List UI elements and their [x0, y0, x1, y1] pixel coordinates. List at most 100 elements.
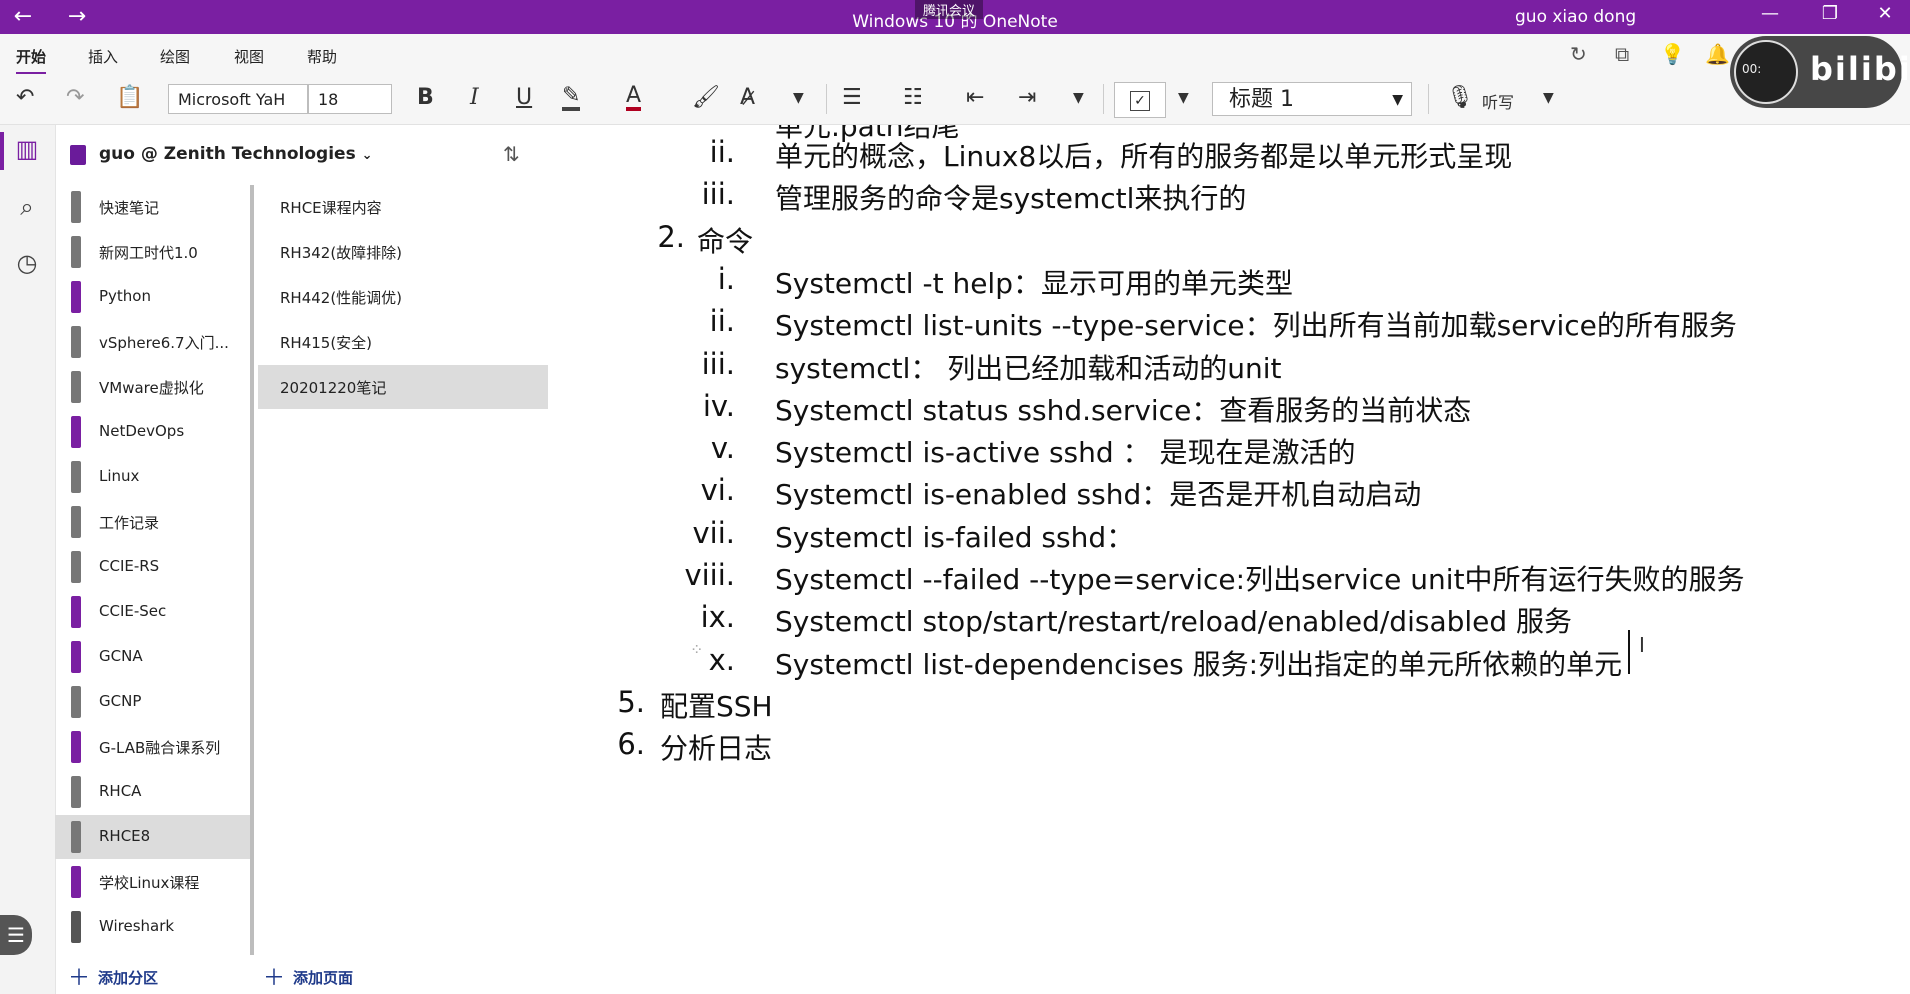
chevron-down-icon: ▼: [1392, 92, 1403, 108]
font-size-input[interactable]: 18: [308, 84, 392, 114]
format-painter-icon[interactable]: 🖌: [692, 85, 720, 110]
section-label: RHCA: [99, 782, 142, 800]
list-text: 命令: [697, 224, 754, 258]
bullet-list-icon[interactable]: ☰: [842, 85, 862, 110]
section-item[interactable]: 工作记录: [55, 500, 250, 544]
list-text: Systemctl list-dependencises 服务:列出指定的单元所…: [775, 647, 1623, 681]
clear-format-icon[interactable]: A̷: [740, 85, 755, 110]
toolbar-divider: [1428, 84, 1429, 114]
video-overlay-widget[interactable]: 00: bilibili: [1730, 36, 1910, 108]
more-format-chevron-icon[interactable]: ▼: [793, 90, 804, 106]
search-icon[interactable]: ⌕: [12, 193, 42, 221]
tag-chevron-icon[interactable]: ▼: [1178, 90, 1189, 106]
add-section-button[interactable]: ＋添加分区: [68, 960, 158, 992]
redo-icon[interactable]: ↷: [66, 85, 84, 110]
tab-insert[interactable]: 插入: [88, 46, 118, 67]
list-number: x.: [708, 642, 735, 677]
list-text: Systemctl -t help：显示可用的单元类型: [775, 266, 1293, 300]
section-item[interactable]: NetDevOps: [55, 410, 250, 454]
section-color-tab: [71, 236, 81, 268]
tab-home[interactable]: 开始: [16, 46, 47, 75]
page-label: RH442(性能调优): [280, 289, 403, 307]
checkbox-icon: ✓: [1130, 91, 1150, 111]
notification-bell-icon[interactable]: 🔔: [1705, 42, 1730, 66]
restore-button[interactable]: ❐: [1805, 3, 1855, 24]
list-text: 管理服务的命令是systemctl来执行的: [775, 182, 1247, 216]
clipboard-icon[interactable]: 📋: [116, 85, 143, 110]
section-item[interactable]: vSphere6.7入门...: [55, 320, 250, 364]
todo-tag-button[interactable]: ✓: [1114, 82, 1166, 118]
tab-view[interactable]: 视图: [234, 46, 264, 67]
minimize-button[interactable]: —: [1745, 3, 1795, 24]
list-text: Systemctl status sshd.service：查看服务的当前状态: [775, 393, 1472, 427]
list-text: Systemctl --failed --type=service:列出serv…: [775, 563, 1745, 596]
page-item[interactable]: RH342(故障排除): [258, 230, 548, 274]
lightbulb-icon[interactable]: 💡: [1660, 42, 1685, 66]
section-item[interactable]: G-LAB融合课系列: [55, 725, 250, 769]
page-item[interactable]: RH415(安全): [258, 320, 548, 364]
section-item[interactable]: GCNP: [55, 680, 250, 724]
section-item[interactable]: CCIE-RS: [55, 545, 250, 589]
tab-draw[interactable]: 绘图: [160, 46, 190, 67]
list-number: 5.: [617, 684, 645, 719]
section-item[interactable]: 新网工时代1.0: [55, 230, 250, 274]
section-item[interactable]: CCIE-Sec: [55, 590, 250, 634]
section-item[interactable]: 学校Linux课程: [55, 860, 250, 904]
list-number: iii.: [701, 177, 735, 212]
more-paragraph-chevron-icon[interactable]: ▼: [1073, 90, 1084, 106]
notebook-name[interactable]: guo @ Zenith Technologies ⌄: [99, 144, 373, 164]
note-text-line[interactable]: 6. 分析日志: [545, 727, 1885, 777]
increase-indent-icon[interactable]: ⇥: [1018, 85, 1036, 110]
section-item[interactable]: RHCE8: [55, 815, 250, 859]
page-item[interactable]: RHCE课程内容: [258, 185, 548, 229]
dictate-button[interactable]: 听写: [1482, 89, 1514, 113]
active-indicator: [0, 132, 4, 170]
recent-clock-icon[interactable]: ◷: [12, 249, 42, 277]
section-label: 新网工时代1.0: [99, 244, 198, 262]
section-color-tab: [71, 371, 81, 403]
font-name-input[interactable]: Microsoft YaH: [168, 84, 308, 114]
underline-button[interactable]: U: [516, 85, 532, 110]
note-canvas[interactable]: 单元.path结尾 ⁘ I ii. 单元的概念，Linux8以后，所有的服务都是以…: [545, 125, 1910, 994]
list-text: Systemctl list-units --type-service：列出所有…: [775, 309, 1737, 343]
section-item[interactable]: RHCA: [55, 770, 250, 814]
section-item[interactable]: VMware虚拟化: [55, 365, 250, 409]
notebook-header[interactable]: guo @ Zenith Technologies ⌄ ⇅: [55, 125, 545, 185]
list-number: ix.: [700, 600, 735, 635]
page-item[interactable]: RH442(性能调优): [258, 275, 548, 319]
list-text: Systemctl is-active sshd ： 是现在是激活的: [775, 436, 1356, 470]
microphone-icon[interactable]: 🎙: [1446, 85, 1474, 110]
font-color-icon[interactable]: A: [626, 85, 642, 111]
section-item[interactable]: Python: [55, 275, 250, 319]
list-number: viii.: [684, 558, 735, 592]
style-select[interactable]: 标题 1 ▼: [1212, 82, 1412, 116]
sort-pages-icon[interactable]: ⇅: [503, 142, 520, 166]
feedback-icon[interactable]: ☰: [0, 915, 32, 955]
dictate-chevron-icon[interactable]: ▼: [1543, 90, 1554, 106]
numbered-list-icon[interactable]: ☷: [903, 85, 923, 110]
section-item[interactable]: GCNA: [55, 635, 250, 679]
section-label: Linux: [99, 467, 140, 485]
sync-icon[interactable]: ↻: [1570, 42, 1587, 66]
section-item[interactable]: Linux: [55, 455, 250, 499]
navigation-rail: ▥ ⌕ ◷: [0, 125, 56, 994]
page-item[interactable]: 20201220笔记: [258, 365, 548, 409]
add-page-button[interactable]: ＋添加页面: [263, 960, 353, 992]
account-name[interactable]: guo xiao dong: [1515, 7, 1636, 27]
italic-button[interactable]: I: [470, 85, 479, 110]
section-color-tab: [71, 281, 81, 313]
ribbon-tabs: 开始 插入 绘图 视图 帮助 ↻ ⧉ 💡 🔔: [0, 34, 1910, 75]
list-text: 配置SSH: [660, 689, 773, 723]
section-item[interactable]: 快速笔记: [55, 185, 250, 229]
undo-icon[interactable]: ↶: [16, 85, 34, 110]
section-label: GCNA: [99, 647, 143, 665]
close-button[interactable]: ✕: [1860, 3, 1910, 24]
notebooks-icon[interactable]: ▥: [12, 135, 42, 163]
tab-help[interactable]: 帮助: [307, 46, 337, 67]
highlighter-icon[interactable]: ✎: [562, 85, 581, 111]
decrease-indent-icon[interactable]: ⇤: [966, 85, 984, 110]
bold-button[interactable]: B: [417, 85, 434, 110]
share-window-icon[interactable]: ⧉: [1615, 42, 1629, 66]
section-color-tab: [71, 416, 81, 448]
section-item[interactable]: Wireshark: [55, 905, 250, 949]
